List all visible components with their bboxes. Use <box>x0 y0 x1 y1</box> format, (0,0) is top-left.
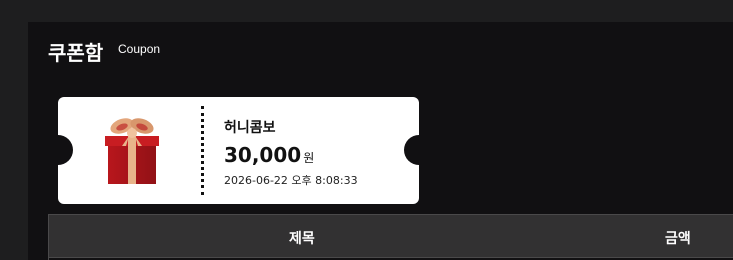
table-header: 제목 금액 <box>48 214 733 258</box>
coupon-notch-left <box>58 135 73 165</box>
coupon-notch-right <box>404 135 419 165</box>
coupon-amount-unit: 원 <box>303 151 315 165</box>
column-header-amount[interactable]: 금액 <box>665 228 691 248</box>
page-title: 쿠폰함 <box>48 41 104 65</box>
coupon-panel: 쿠폰함 Coupon 허니콤보 30,000 원 2026-06-22 오후 8… <box>28 22 733 260</box>
column-header-title[interactable]: 제목 <box>289 228 315 248</box>
page-subtitle: Coupon <box>118 42 161 56</box>
gift-box-icon <box>100 112 166 187</box>
coupon-card[interactable]: 허니콤보 30,000 원 2026-06-22 오후 8:08:33 <box>58 97 419 204</box>
coupon-amount-value: 30,000 <box>224 143 302 167</box>
coupon-datetime: 2026-06-22 오후 8:08:33 <box>224 174 358 187</box>
coupon-amount: 30,000 원 <box>224 143 314 167</box>
coupon-name: 허니콤보 <box>224 120 276 136</box>
coupon-divider <box>201 106 204 195</box>
